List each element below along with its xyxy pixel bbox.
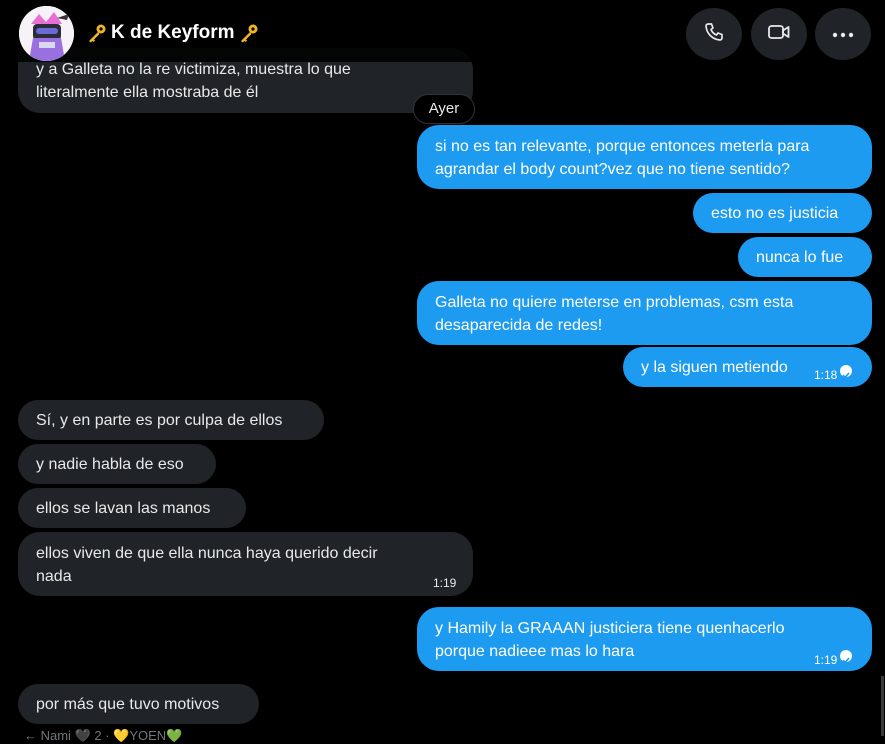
message-list: y a Galleta no la re victimiza, muestra …	[0, 0, 885, 743]
message-line: por más que tuvo motivos	[36, 696, 220, 713]
message-bubble-outgoing[interactable]: nunca lo fue	[738, 237, 872, 277]
message-bubble-outgoing[interactable]: esto no es justicia	[693, 193, 872, 233]
message-time: 1:19	[814, 653, 838, 667]
message-line: literalmente ella mostraba de él	[36, 84, 259, 101]
message-line: y Hamily la GRAAAN justiciera tiene quen…	[435, 620, 785, 637]
date-divider: Ayer	[413, 94, 475, 124]
message-line: y nadie habla de eso	[36, 456, 184, 473]
message-line: desaparecida de redes!	[435, 317, 603, 334]
message-bubble-incoming[interactable]: por más que tuvo motivos	[18, 684, 259, 724]
scrollbar[interactable]	[881, 676, 884, 736]
message-bubble-outgoing[interactable]: y la siguen metiendo 1:18	[623, 347, 872, 387]
message-line: ellos se lavan las manos	[36, 500, 211, 517]
message-time: 1:18	[814, 368, 838, 382]
ellipsis-icon	[832, 25, 854, 43]
message-line: Galleta no quiere meterse en problemas, …	[435, 294, 794, 311]
contact-name-row[interactable]: K de Keyform	[86, 22, 260, 44]
read-check-icon	[840, 365, 852, 379]
video-call-button[interactable]	[751, 8, 807, 60]
message-bubble-incoming[interactable]: Sí, y en parte es por culpa de ellos	[18, 400, 324, 440]
message-time: 1:19	[433, 576, 457, 590]
message-bubble-outgoing[interactable]: y Hamily la GRAAAN justiciera tiene quen…	[417, 607, 872, 671]
more-options-button[interactable]	[815, 8, 871, 60]
message-line: agrandar el body count?vez que no tiene …	[435, 161, 790, 178]
message-line: esto no es justicia	[711, 205, 839, 222]
avatar[interactable]	[19, 6, 74, 61]
phone-icon	[704, 22, 724, 47]
message-line: Sí, y en parte es por culpa de ellos	[36, 412, 283, 429]
message-line: nunca lo fue	[756, 249, 844, 266]
next-message-preview: ← Nami 🖤 2 · 💛YOEN💚	[24, 728, 183, 743]
message-bubble-outgoing[interactable]: si no es tan relevante, porque entonces …	[417, 125, 872, 189]
message-bubble-incoming[interactable]: y nadie habla de eso	[18, 444, 216, 484]
key-icon	[238, 23, 260, 43]
message-line: si no es tan relevante, porque entonces …	[435, 138, 810, 155]
key-icon	[86, 23, 108, 43]
read-check-icon	[840, 650, 852, 664]
message-bubble-incoming[interactable]: ellos viven de que ella nunca haya queri…	[18, 532, 473, 596]
message-line: porque nadieee mas lo hara	[435, 643, 635, 660]
message-bubble-outgoing[interactable]: Galleta no quiere meterse en problemas, …	[417, 281, 872, 345]
message-line: nada	[36, 568, 72, 585]
conversation-header: K de Keyform	[0, 0, 885, 62]
message-bubble-incoming[interactable]: ellos se lavan las manos	[18, 488, 246, 528]
contact-name: K de Keyform	[111, 22, 235, 43]
message-line: ellos viven de que ella nunca haya queri…	[36, 545, 378, 562]
video-camera-icon	[767, 22, 791, 47]
call-button[interactable]	[686, 8, 742, 60]
